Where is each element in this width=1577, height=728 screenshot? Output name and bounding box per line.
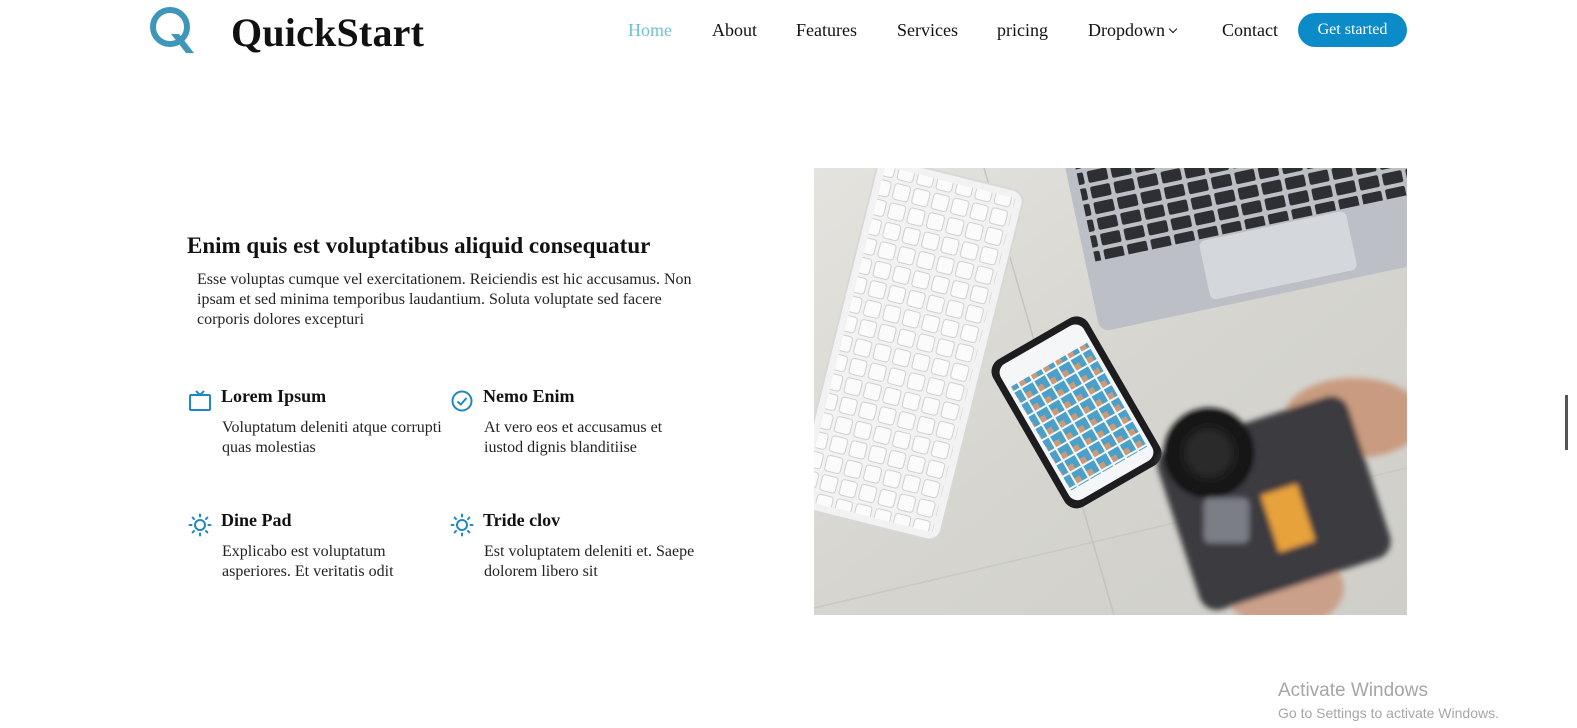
activate-windows-subtitle: Go to Settings to activate Windows. <box>1278 705 1499 721</box>
get-started-button[interactable]: Get started <box>1298 13 1407 47</box>
nav-services[interactable]: Services <box>897 20 958 41</box>
section-intro: Esse voluptas cumque vel exercitationem.… <box>197 271 692 328</box>
sun-icon <box>450 513 474 537</box>
section-image <box>814 168 1407 615</box>
brand-logo[interactable] <box>146 4 198 56</box>
section-title: Enim quis est voluptatibus aliquid conse… <box>187 233 651 258</box>
nav-pricing[interactable]: pricing <box>997 20 1048 41</box>
feature-title: Nemo Enim <box>483 386 575 406</box>
nav-contact[interactable]: Contact <box>1222 20 1278 41</box>
nav-features[interactable]: Features <box>796 20 857 41</box>
feature-desc: At vero eos et accusamus et iustod digni… <box>484 419 663 456</box>
feature-title: Dine Pad <box>221 510 292 530</box>
nav-about[interactable]: About <box>712 20 757 41</box>
nav-dropdown-label: Dropdown <box>1088 20 1165 40</box>
sun-icon <box>188 513 212 537</box>
q-logo-icon <box>150 7 194 53</box>
feature-desc: Explicabo est voluptatum asperiores. Et … <box>222 543 394 580</box>
check-circle-icon <box>451 390 473 412</box>
tv-icon <box>189 390 211 411</box>
feature-title: Lorem Ipsum <box>221 386 327 406</box>
feature-title: Tride clov <box>483 510 561 530</box>
feature-desc: Est voluptatem deleniti et. Saepe dolore… <box>484 543 695 580</box>
chevron-down-icon <box>1168 24 1178 34</box>
activate-windows-title: Activate Windows <box>1278 680 1428 701</box>
brand-name[interactable]: QuickStart <box>231 9 424 56</box>
feature-desc: Voluptatum deleniti atque corrupti quas … <box>222 419 442 456</box>
nav-home[interactable]: Home <box>628 20 672 41</box>
scrollbar-thumb[interactable] <box>1565 395 1568 450</box>
desk-photo-image <box>814 168 1407 615</box>
nav-dropdown[interactable]: Dropdown <box>1088 20 1178 41</box>
